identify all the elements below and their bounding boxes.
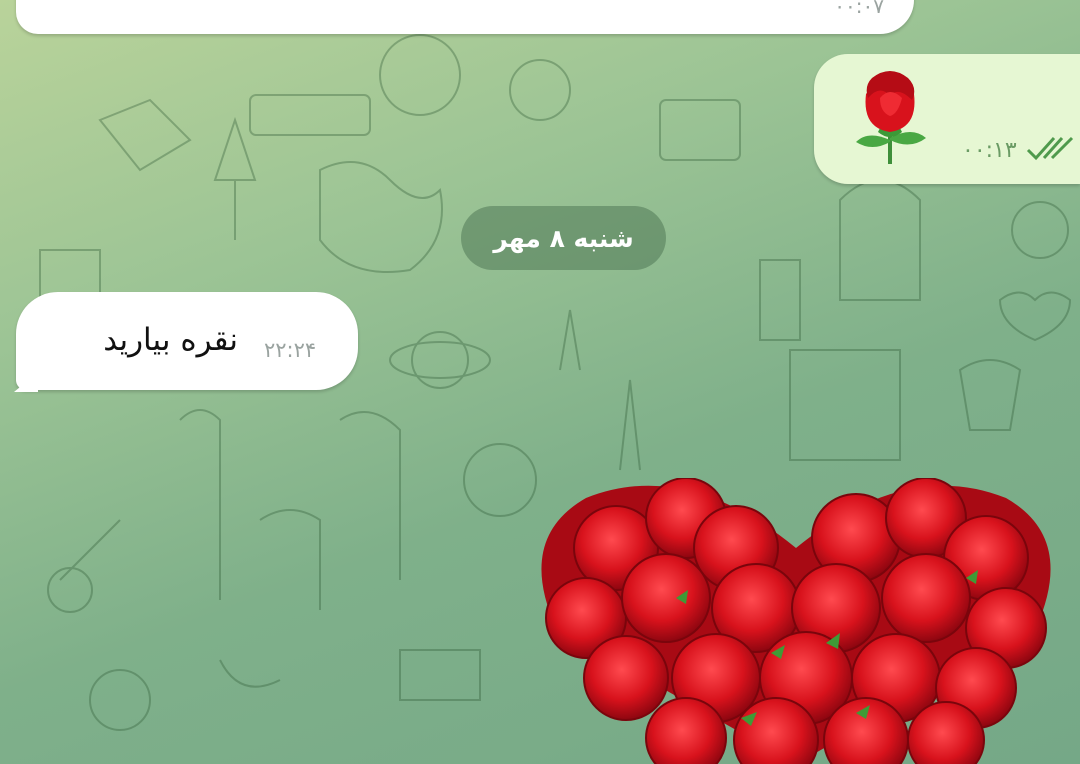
- date-separator: شنبه ۸ مهر: [461, 206, 666, 270]
- double-check-icon: [1026, 136, 1074, 161]
- incoming-message-bubble[interactable]: نقره بیارید ۲۲:۲۴: [16, 292, 358, 390]
- rose-icon: [856, 71, 926, 164]
- incoming-message-bubble-top[interactable]: ۰۰:۰۷: [16, 0, 914, 34]
- message-time: ۰۰:۱۳: [962, 138, 1017, 163]
- message-text: نقره بیارید: [103, 322, 238, 358]
- message-time: ۰۰:۰۷: [834, 0, 884, 18]
- outgoing-message-bubble[interactable]: ۰۰:۱۳: [814, 54, 1080, 184]
- rose-heart-sticker[interactable]: [526, 478, 1066, 764]
- message-time: ۲۲:۲۴: [264, 338, 317, 362]
